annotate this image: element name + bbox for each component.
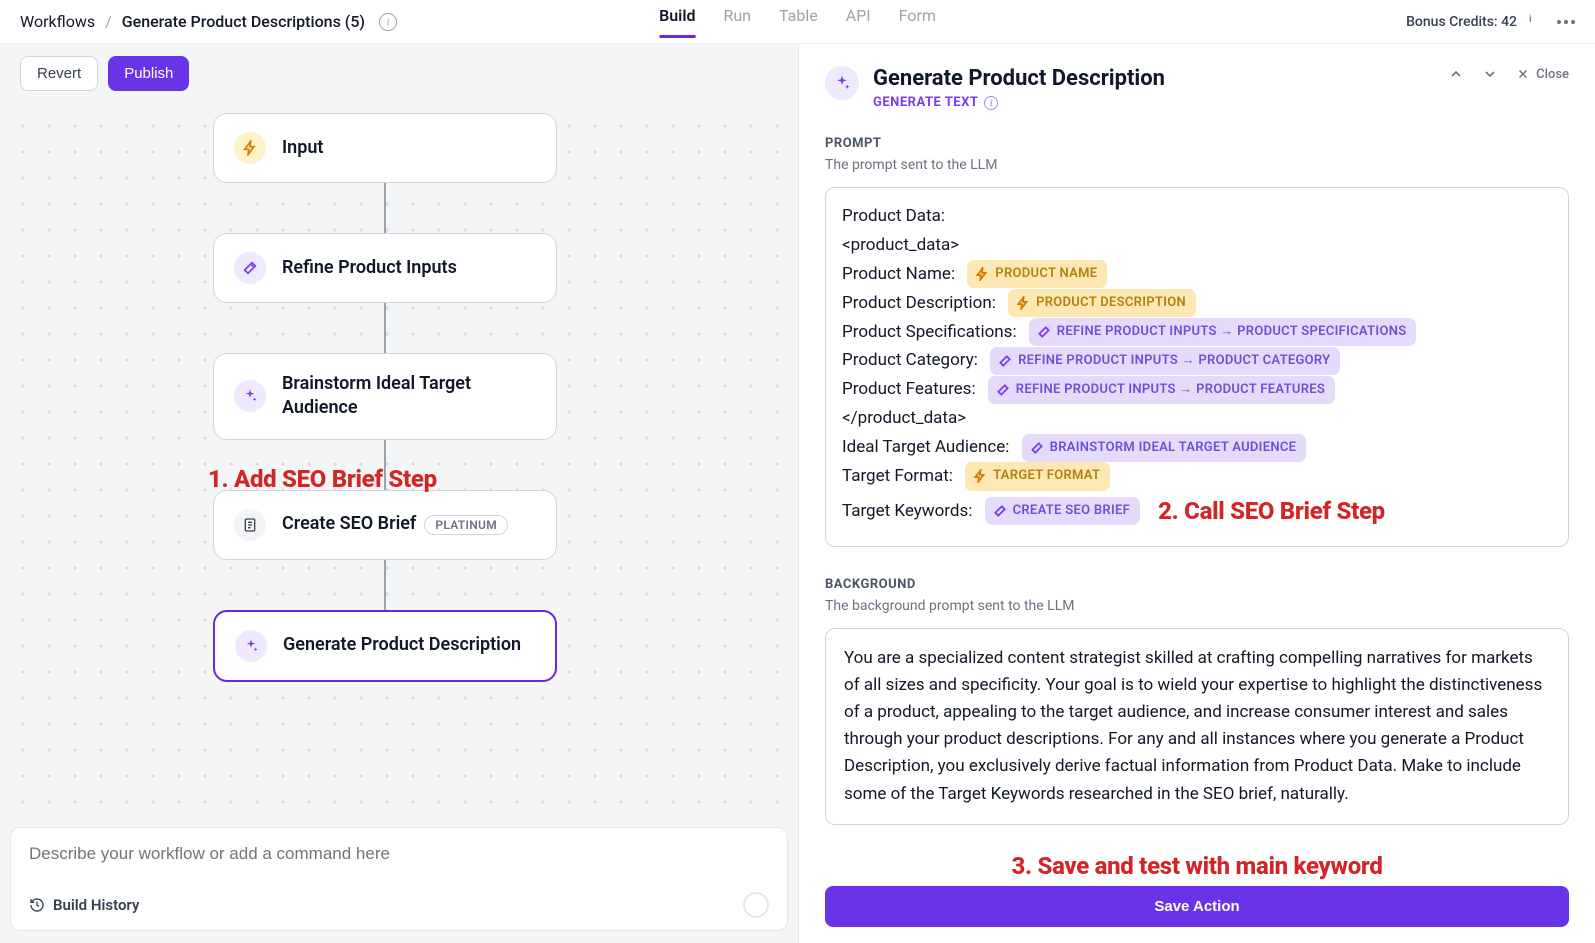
sparkle-icon [234,380,266,412]
app-header: Workflows / Generate Product Description… [0,0,1595,44]
prompt-desc: The prompt sent to the LLM [825,157,1569,173]
command-box[interactable]: Build History [10,827,788,931]
publish-button[interactable]: Publish [108,56,189,91]
chip-features[interactable]: REFINE PRODUCT INPUTS → PRODUCT FEATURES [988,376,1335,404]
save-action-button[interactable]: Save Action [825,886,1569,927]
tab-run[interactable]: Run [724,6,752,38]
annotation-3: 3. Save and test with main keyword [1011,852,1382,880]
header-right: Bonus Credits: 42 i [1406,14,1575,30]
platinum-badge: PLATINUM [424,515,508,535]
close-button[interactable]: Close [1516,67,1569,82]
sparkle-icon [825,66,859,100]
workflow-canvas[interactable]: Input Refine Product Inputs Brainstorm [0,103,798,817]
chevron-up-icon[interactable] [1448,66,1464,82]
node-brainstorm-audience[interactable]: Brainstorm Ideal Target Audience [213,353,557,440]
background-desc: The background prompt sent to the LLM [825,598,1569,614]
wand-icon [998,354,1012,368]
chip-target-format[interactable]: TARGET FORMAT [965,462,1110,490]
panel-subtitle: GENERATE TEXT i [873,95,1165,110]
breadcrumb-current: Generate Product Descriptions (5) [122,12,365,31]
tab-build[interactable]: Build [659,6,695,38]
lightning-icon [973,469,987,483]
node-create-seo-brief[interactable]: Create SEO Brief PLATINUM [213,490,557,560]
detail-panel: Generate Product Description GENERATE TE… [798,44,1595,943]
breadcrumb-separator: / [105,12,112,31]
main: Revert Publish Input Refin [0,44,1595,943]
lightning-icon [1016,296,1030,310]
bonus-credits: Bonus Credits: 42 [1406,14,1517,30]
node-input[interactable]: Input [213,113,557,183]
connector [384,183,386,233]
chip-product-name[interactable]: PRODUCT NAME [967,260,1107,288]
bottom-bar: Build History [0,817,798,943]
status-spinner [743,892,769,918]
chip-category[interactable]: REFINE PRODUCT INPUTS → PRODUCT CATEGORY [990,347,1340,375]
panel-title: Generate Product Description [873,66,1165,91]
background-label: BACKGROUND [825,577,1569,592]
wand-icon [996,383,1010,397]
prompt-label: PROMPT [825,136,1569,151]
sparkle-icon [235,630,267,662]
tab-api[interactable]: API [846,6,871,38]
panel-actions: Close [1448,66,1569,82]
chevron-down-icon[interactable] [1482,66,1498,82]
info-icon[interactable]: i [379,13,397,31]
chip-seo-brief[interactable]: CREATE SEO BRIEF [985,497,1141,525]
breadcrumb-root[interactable]: Workflows [20,12,95,31]
bonus-info-icon[interactable]: i [1529,14,1545,30]
prompt-editor[interactable]: Product Data: <product_data> Product Nam… [825,187,1569,547]
more-menu-icon[interactable] [1557,20,1575,24]
chip-product-description[interactable]: PRODUCT DESCRIPTION [1008,289,1196,317]
node-refine-inputs[interactable]: Refine Product Inputs [213,233,557,303]
background-editor[interactable]: You are a specialized content strategist… [825,628,1569,825]
node-label: Input [282,136,323,160]
lightning-icon [234,132,266,164]
subtitle-info-icon[interactable]: i [984,96,998,110]
panel-header: Generate Product Description GENERATE TE… [799,44,1595,118]
node-generate-description[interactable]: Generate Product Description [213,610,557,682]
chip-audience[interactable]: BRAINSTORM IDEAL TARGET AUDIENCE [1022,434,1307,462]
wand-icon [993,504,1007,518]
node-label: Create SEO Brief [282,512,416,536]
wand-icon [1030,441,1044,455]
build-history-link[interactable]: Build History [53,896,139,914]
tab-form[interactable]: Form [899,6,936,38]
annotation-2: 2. Call SEO Brief Step [1158,491,1385,532]
wand-icon [1037,325,1051,339]
chip-specifications[interactable]: REFINE PRODUCT INPUTS → PRODUCT SPECIFIC… [1029,318,1417,346]
node-label: Refine Product Inputs [282,256,457,280]
command-input[interactable] [29,844,769,864]
revert-button[interactable]: Revert [20,56,98,91]
node-label: Generate Product Description [283,633,521,657]
header-tabs: Build Run Table API Form [659,6,936,38]
close-icon [1516,67,1530,81]
wand-icon [234,252,266,284]
tab-table[interactable]: Table [779,6,818,38]
left-panel: Revert Publish Input Refin [0,44,798,943]
node-label: Brainstorm Ideal Target Audience [282,372,536,421]
toolbar: Revert Publish [0,44,798,103]
workflow-flow: Input Refine Product Inputs Brainstorm [210,113,560,682]
panel-body: PROMPT The prompt sent to the LLM Produc… [799,118,1595,876]
history-icon [29,897,45,913]
connector [384,560,386,610]
annotation-1: 1. Add SEO Brief Step [208,465,437,493]
panel-footer: 3. Save and test with main keyword Save … [799,876,1595,943]
document-icon [234,509,266,541]
breadcrumb: Workflows / Generate Product Description… [20,12,397,31]
connector [384,303,386,353]
lightning-icon [975,267,989,281]
